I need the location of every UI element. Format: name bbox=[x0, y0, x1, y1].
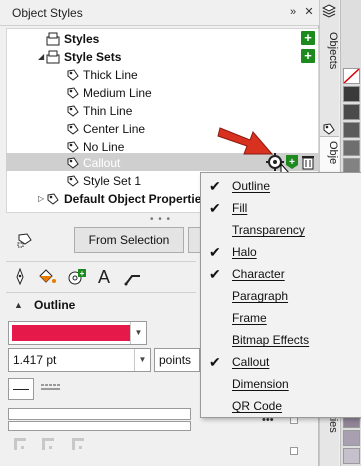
style-set-icon bbox=[67, 87, 79, 99]
chevron-down-icon[interactable]: ▼ bbox=[130, 322, 146, 344]
menu-item-transparency[interactable]: Transparency bbox=[201, 219, 361, 241]
chevron-down-icon[interactable]: ▼ bbox=[134, 349, 150, 371]
tab-objects[interactable]: Objects bbox=[321, 32, 339, 69]
checkmark-icon: ✔ bbox=[209, 178, 221, 194]
tree-label-default-props: Default Object Properties bbox=[64, 192, 209, 206]
styles-folder-icon bbox=[46, 32, 60, 46]
palette-swatch[interactable] bbox=[343, 430, 360, 446]
checkmark-icon: ✔ bbox=[209, 200, 221, 216]
menu-item-label: Outline bbox=[232, 179, 271, 193]
tree-label-style-sets: Style Sets bbox=[64, 50, 122, 64]
menu-item-label: Bitmap Effects bbox=[232, 333, 310, 347]
style-sets-icon bbox=[46, 50, 60, 64]
option-checkbox[interactable] bbox=[290, 447, 298, 455]
fill-bucket-icon[interactable] bbox=[37, 268, 57, 286]
style-set-icon bbox=[67, 175, 79, 187]
menu-item-label: Paragraph bbox=[232, 289, 289, 303]
style-set-icon bbox=[67, 157, 79, 169]
line-dash-icon[interactable] bbox=[40, 382, 62, 392]
menu-item-label: QR Code bbox=[232, 399, 283, 413]
character-icon[interactable]: A bbox=[96, 268, 112, 286]
tree-item-label: Callout bbox=[83, 156, 121, 170]
outline-color-picker[interactable]: ▼ bbox=[8, 321, 147, 345]
menu-item-callout[interactable]: ✔ Callout bbox=[201, 351, 361, 373]
style-set-icon bbox=[67, 141, 79, 153]
style-properties-menu: ✔ Outline ✔ Fill Transparency ✔ Halo ✔ C… bbox=[200, 172, 361, 418]
tree-item-label: Thin Line bbox=[83, 104, 133, 118]
menu-item-fill[interactable]: ✔ Fill bbox=[201, 197, 361, 219]
outline-width-field[interactable]: 1.417 pt ▼ bbox=[8, 348, 151, 372]
expand-arrow-icon[interactable]: ▷ bbox=[38, 195, 46, 203]
solid-line-icon bbox=[13, 389, 29, 390]
line-style-selector[interactable] bbox=[8, 378, 34, 400]
menu-item-label: Halo bbox=[232, 245, 257, 259]
divider bbox=[6, 292, 196, 293]
outline-color-swatch bbox=[12, 325, 130, 341]
add-style-button[interactable]: + bbox=[301, 31, 315, 45]
callout-icon[interactable] bbox=[124, 270, 142, 286]
menu-item-character[interactable]: ✔ Character bbox=[201, 263, 361, 285]
menu-item-frame[interactable]: Frame bbox=[201, 307, 361, 329]
checkmark-icon: ✔ bbox=[209, 354, 221, 370]
default-props-icon bbox=[47, 193, 59, 205]
section-collapse-icon[interactable]: ▲ bbox=[14, 300, 23, 310]
from-selection-button[interactable]: From Selection bbox=[74, 227, 184, 253]
divider bbox=[6, 261, 196, 262]
checkmark-icon: ✔ bbox=[209, 266, 221, 282]
tree-item-label: Medium Line bbox=[83, 86, 152, 100]
no-color-swatch[interactable] bbox=[343, 68, 360, 84]
units-value: points bbox=[159, 353, 192, 367]
style-set-icon bbox=[67, 105, 79, 117]
menu-item-halo[interactable]: ✔ Halo bbox=[201, 241, 361, 263]
style-set-icon bbox=[67, 69, 79, 81]
menu-item-bitmap-effects[interactable]: Bitmap Effects bbox=[201, 329, 361, 351]
add-property-icon[interactable]: + bbox=[67, 268, 87, 286]
palette-swatch[interactable] bbox=[343, 104, 360, 120]
palette-swatch[interactable] bbox=[343, 122, 360, 138]
menu-item-label: Character bbox=[232, 267, 285, 281]
apply-to-selected-icon[interactable] bbox=[16, 231, 36, 249]
units-select[interactable]: points bbox=[154, 348, 200, 372]
menu-item-label: Fill bbox=[232, 201, 248, 215]
tab-object-styles-active[interactable]: Obje bbox=[320, 136, 339, 176]
tree-item-label: Thick Line bbox=[83, 68, 138, 82]
menu-item-label: Transparency bbox=[232, 223, 305, 237]
menu-item-label: Callout bbox=[232, 355, 270, 369]
menu-item-dimension[interactable]: Dimension bbox=[201, 373, 361, 395]
outline-section-title: Outline bbox=[34, 298, 76, 312]
menu-item-paragraph[interactable]: Paragraph bbox=[201, 285, 361, 307]
svg-text:+: + bbox=[80, 269, 85, 278]
corner-style-icons[interactable] bbox=[14, 438, 124, 454]
arrowhead-field-2[interactable] bbox=[8, 421, 191, 431]
pointer-annotation-arrow bbox=[217, 127, 274, 155]
layers-icon[interactable] bbox=[322, 4, 336, 18]
tree-label-styles: Styles bbox=[64, 32, 100, 46]
arrowhead-field[interactable] bbox=[8, 408, 191, 420]
object-styles-tab-icon[interactable] bbox=[322, 122, 336, 136]
menu-item-label: Dimension bbox=[232, 377, 289, 391]
splitter-handle[interactable]: • • • bbox=[150, 214, 171, 225]
outline-width-value: 1.417 pt bbox=[13, 353, 57, 367]
no-color-icon bbox=[344, 69, 359, 83]
outline-pen-icon[interactable] bbox=[13, 268, 27, 286]
docker-title: Object Styles bbox=[12, 6, 83, 20]
delete-trash-icon[interactable] bbox=[301, 154, 315, 170]
add-style-set-button[interactable]: + bbox=[301, 49, 315, 63]
checkmark-icon: ✔ bbox=[209, 244, 221, 260]
palette-swatch[interactable] bbox=[343, 140, 360, 156]
docker-titlebar: Object Styles » ✕ bbox=[0, 0, 319, 26]
tree-item-label: Center Line bbox=[83, 122, 146, 136]
tree-item-label: Style Set 1 bbox=[83, 174, 142, 188]
palette-swatch[interactable] bbox=[343, 448, 360, 464]
collapse-icon[interactable]: » bbox=[286, 5, 300, 19]
menu-item-label: Frame bbox=[232, 311, 267, 325]
style-set-icon bbox=[67, 123, 79, 135]
collapse-arrow-icon[interactable]: ◢ bbox=[38, 53, 46, 61]
svg-text:A: A bbox=[98, 268, 110, 286]
menu-item-outline[interactable]: ✔ Outline bbox=[201, 175, 361, 197]
menu-item-qr-code[interactable]: QR Code bbox=[201, 395, 361, 417]
close-icon[interactable]: ✕ bbox=[302, 5, 316, 19]
tab-object-styles-label: Obje bbox=[327, 141, 339, 165]
palette-swatch[interactable] bbox=[343, 86, 360, 102]
